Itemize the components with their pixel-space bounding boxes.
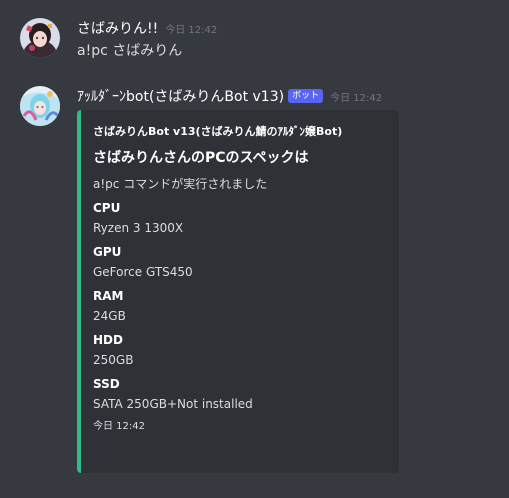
timestamp: 今日 12:42 <box>330 93 383 104</box>
message-header: ｱｯﾙﾀﾞｰﾝbot(さばみりんBot v13) ボット 今日 12:42 <box>77 86 499 108</box>
username[interactable]: さばみりん!! <box>77 18 158 40</box>
embed-field-value: GeForce GTS450 <box>93 265 193 279</box>
embed-field-value: 24GB <box>93 309 126 323</box>
embed-field-hdd: HDD 250GB <box>93 332 387 369</box>
message-text: a!pc さばみりん <box>77 43 183 59</box>
embed-field-value: 250GB <box>93 353 134 367</box>
embed-description: a!pc コマンドが実行されました <box>93 177 268 191</box>
username[interactable]: ｱｯﾙﾀﾞｰﾝbot(さばみりんBot v13) <box>77 86 284 108</box>
user-avatar-icon[interactable] <box>20 18 60 58</box>
embed-field-name: SSD <box>93 377 120 391</box>
embed-field-name: RAM <box>93 289 124 303</box>
chat-messages: さばみりん!! 今日 12:42 a!pc さばみりん ｱｯﾙﾀﾞｰﾝbot(さ… <box>0 0 509 498</box>
embed-field-name: CPU <box>93 201 121 215</box>
embed-footer: 今日 12:42 <box>93 421 145 432</box>
message-content: ｱｯﾙﾀﾞｰﾝbot(さばみりんBot v13) ボット 今日 12:42 さば… <box>77 86 499 473</box>
embed-field-cpu: CPU Ryzen 3 1300X <box>93 200 387 237</box>
timestamp: 今日 12:42 <box>165 25 218 36</box>
embed-field-value: SATA 250GB+Not installed <box>93 397 253 411</box>
embed-author: さばみりんBot v13(さばみりん鯖のｱﾙﾀﾞﾝ嬢Bot) <box>93 125 343 138</box>
embed-field-gpu: GPU GeForce GTS450 <box>93 244 387 281</box>
message-header: さばみりん!! 今日 12:42 <box>77 18 499 40</box>
embed: さばみりんBot v13(さばみりん鯖のｱﾙﾀﾞﾝ嬢Bot) さばみりんさんのP… <box>77 110 399 473</box>
embed-field-ssd: SSD SATA 250GB+Not installed <box>93 376 387 413</box>
embed-field-name: GPU <box>93 245 122 259</box>
embed-field-value: Ryzen 3 1300X <box>93 221 184 235</box>
bot-avatar-icon[interactable] <box>20 86 60 126</box>
bot-badge: ボット <box>288 89 324 103</box>
embed-field-ram: RAM 24GB <box>93 288 387 325</box>
embed-field-name: HDD <box>93 333 123 347</box>
embed-title: さばみりんさんのPCのスペックは <box>93 150 309 166</box>
message-content: さばみりん!! 今日 12:42 a!pc さばみりん <box>77 18 499 62</box>
